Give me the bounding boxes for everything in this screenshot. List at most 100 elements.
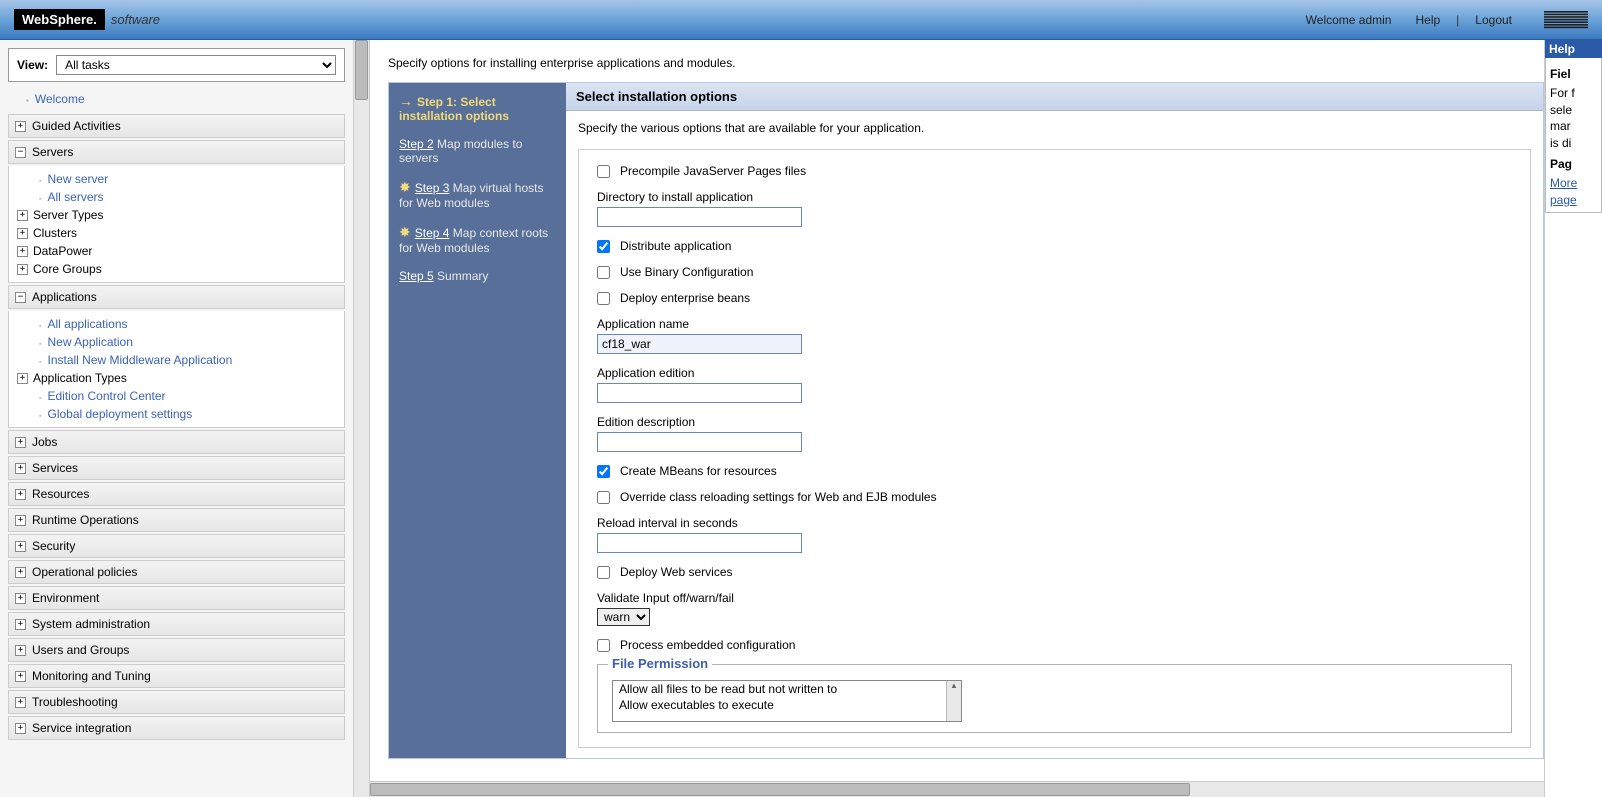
- process-embedded-checkbox[interactable]: [597, 639, 610, 652]
- step-link[interactable]: Step 5: [399, 269, 434, 283]
- nav-group-label: Runtime Operations: [32, 513, 139, 527]
- step-title: Summary: [437, 269, 488, 283]
- expand-icon[interactable]: +: [15, 541, 26, 552]
- wizard-step-4[interactable]: ✸Step 4 Map context roots for Web module…: [399, 224, 556, 255]
- nav-group-services[interactable]: +Services: [8, 456, 345, 480]
- perm-item[interactable]: Allow executables to execute: [613, 697, 961, 713]
- nav-group-users-and-groups[interactable]: +Users and Groups: [8, 638, 345, 662]
- panel-desc: Specify the various options that are ava…: [578, 121, 1531, 135]
- nav-subgroup-core-groups[interactable]: +Core Groups: [33, 260, 344, 278]
- wizard-step-3[interactable]: ✸Step 3 Map virtual hosts for Web module…: [399, 179, 556, 210]
- help-more-link[interactable]: More: [1550, 176, 1577, 190]
- create-mbeans-checkbox[interactable]: [597, 465, 610, 478]
- nav-subgroup-server-types[interactable]: +Server Types: [33, 206, 344, 224]
- logout-link[interactable]: Logout: [1475, 13, 1512, 27]
- perm-item[interactable]: Allow all files to be read but not writt…: [613, 681, 961, 697]
- nav-subgroup-clusters[interactable]: +Clusters: [33, 224, 344, 242]
- wizard-step-5[interactable]: Step 5 Summary: [399, 269, 556, 283]
- expand-icon[interactable]: +: [15, 619, 26, 630]
- nav-group-jobs[interactable]: +Jobs: [8, 430, 345, 454]
- expand-icon[interactable]: +: [15, 645, 26, 656]
- expand-icon[interactable]: +: [15, 463, 26, 474]
- nav-group-applications[interactable]: −Applications: [8, 285, 345, 309]
- deploy-ejb-checkbox[interactable]: [597, 292, 610, 305]
- wizard-step-2[interactable]: Step 2 Map modules to servers: [399, 137, 556, 165]
- precompile-checkbox[interactable]: [597, 165, 610, 178]
- file-permission-listbox[interactable]: Allow all files to be read but not writt…: [612, 680, 962, 722]
- nav-item-all-applications[interactable]: All applications: [33, 315, 344, 333]
- precompile-label: Precompile JavaServer Pages files: [620, 164, 806, 178]
- nav-group-operational-policies[interactable]: +Operational policies: [8, 560, 345, 584]
- help-page-link[interactable]: page: [1550, 193, 1577, 207]
- nav-subgroup-label: DataPower: [33, 244, 92, 258]
- step-link[interactable]: Step 2: [399, 137, 434, 151]
- nav-item-all-servers[interactable]: All servers: [33, 188, 344, 206]
- nav-subgroup-datapower[interactable]: +DataPower: [33, 242, 344, 260]
- nav-item-edition-control-center[interactable]: Edition Control Center: [33, 387, 344, 405]
- step-link[interactable]: Step 4: [415, 226, 450, 240]
- nav-subgroup-application-types[interactable]: +Application Types: [33, 369, 344, 387]
- nav-welcome[interactable]: Welcome: [8, 88, 345, 114]
- nav-group-label: Service integration: [32, 721, 131, 735]
- expand-icon[interactable]: +: [17, 210, 28, 221]
- expand-icon[interactable]: +: [15, 723, 26, 734]
- deploy-ws-checkbox[interactable]: [597, 566, 610, 579]
- install-dir-input[interactable]: [597, 207, 802, 227]
- nav-item-new-application[interactable]: New Application: [33, 333, 344, 351]
- validate-label: Validate Input off/warn/fail: [597, 591, 1512, 605]
- nav-item-global-deployment-settings[interactable]: Global deployment settings: [33, 405, 344, 423]
- edition-desc-input[interactable]: [597, 432, 802, 452]
- nav-subgroup-label: Application Types: [33, 371, 127, 385]
- expand-icon[interactable]: +: [15, 489, 26, 500]
- nav-item-new-server[interactable]: New server: [33, 170, 344, 188]
- use-binary-checkbox[interactable]: [597, 266, 610, 279]
- nav-group-resources[interactable]: + Resources: [8, 482, 345, 506]
- reload-interval-label: Reload interval in seconds: [597, 516, 1512, 530]
- nav-group-system-administration[interactable]: + System administration: [8, 612, 345, 636]
- websphere-logo: WebSphere.: [14, 9, 105, 30]
- nav-group-servers[interactable]: −Servers: [8, 140, 345, 164]
- reload-interval-input[interactable]: [597, 533, 802, 553]
- view-select[interactable]: All tasks: [56, 55, 336, 75]
- nav-group-service-integration[interactable]: + Service integration: [8, 716, 345, 740]
- nav-group-environment[interactable]: +Environment: [8, 586, 345, 610]
- step-link[interactable]: Step 3: [415, 181, 450, 195]
- main-panel: Specify options for installing enterpris…: [370, 40, 1544, 797]
- app-edition-input[interactable]: [597, 383, 802, 403]
- app-name-input[interactable]: [597, 334, 802, 354]
- collapse-icon[interactable]: −: [15, 147, 26, 158]
- expand-icon[interactable]: +: [17, 246, 28, 257]
- perm-scrollbar[interactable]: [946, 681, 961, 721]
- nav-group-guided-activities[interactable]: +Guided Activities: [8, 114, 345, 138]
- ibm-logo: [1544, 11, 1588, 29]
- help-link[interactable]: Help: [1415, 13, 1440, 27]
- distribute-checkbox[interactable]: [597, 240, 610, 253]
- distribute-label: Distribute application: [620, 239, 731, 253]
- expand-icon[interactable]: +: [15, 593, 26, 604]
- expand-icon[interactable]: +: [17, 264, 28, 275]
- validate-select[interactable]: warn: [597, 608, 650, 626]
- expand-icon[interactable]: +: [15, 567, 26, 578]
- nav-item-install-new-middleware-application[interactable]: Install New Middleware Application: [33, 351, 344, 369]
- main-horizontal-scrollbar[interactable]: [370, 781, 1544, 797]
- expand-icon[interactable]: +: [17, 373, 28, 384]
- expand-icon[interactable]: +: [15, 121, 26, 132]
- logo-suffix: software: [111, 12, 160, 27]
- nav-group-label: Resources: [32, 487, 89, 501]
- nav-group-security[interactable]: +Security: [8, 534, 345, 558]
- nav-group-label: System administration: [32, 617, 150, 631]
- expand-icon[interactable]: +: [15, 671, 26, 682]
- nav-group-runtime-operations[interactable]: + Runtime Operations: [8, 508, 345, 532]
- expand-icon[interactable]: +: [17, 228, 28, 239]
- nav-panel: View: All tasks Welcome +Guided Activiti…: [0, 40, 370, 797]
- expand-icon[interactable]: +: [15, 437, 26, 448]
- expand-icon[interactable]: +: [15, 697, 26, 708]
- expand-icon[interactable]: +: [15, 515, 26, 526]
- nav-scrollbar[interactable]: [353, 40, 369, 797]
- collapse-icon[interactable]: −: [15, 292, 26, 303]
- nav-group-monitoring-and-tuning[interactable]: +Monitoring and Tuning: [8, 664, 345, 688]
- app-name-label: Application name: [597, 317, 1512, 331]
- step-label: Step 1: Select installation options: [399, 95, 509, 123]
- nav-group-troubleshooting[interactable]: +Troubleshooting: [8, 690, 345, 714]
- override-reload-checkbox[interactable]: [597, 491, 610, 504]
